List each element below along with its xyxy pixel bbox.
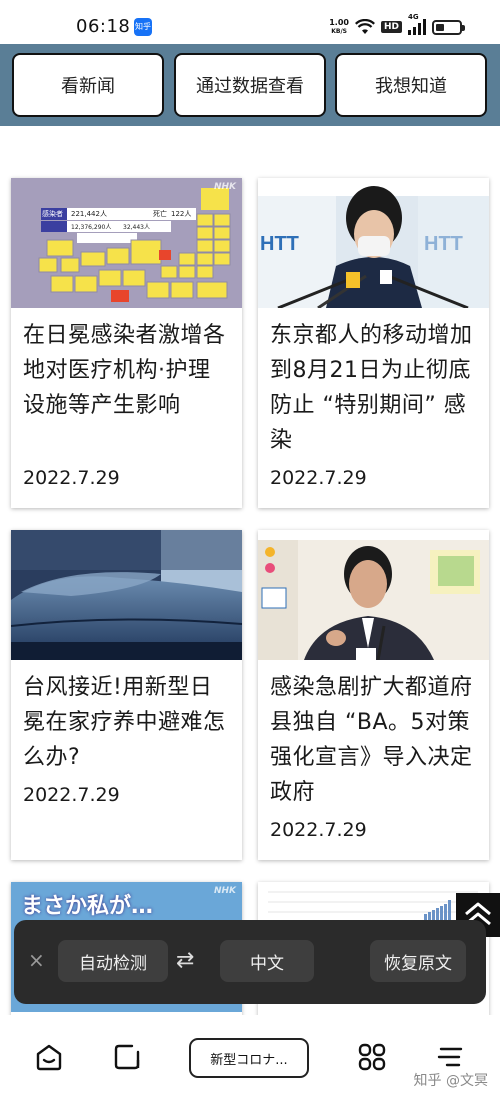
- home-icon[interactable]: [34, 1042, 64, 1072]
- bedroom-futon-image: [11, 530, 242, 660]
- source-language-button[interactable]: 自动检测: [58, 940, 168, 982]
- article-thumbnail[interactable]: [11, 530, 242, 660]
- bottom-toolbar: 新型コロナ... 知乎 @文冥: [0, 1015, 500, 1100]
- battery-icon: [432, 19, 465, 35]
- restore-original-button[interactable]: 恢复原文: [370, 940, 466, 982]
- translate-bar: × 自动检测 ⇄ 中文 恢复原文: [14, 920, 486, 1004]
- status-bar: 06:18 知乎 1.00 KB/S HD 4G: [0, 0, 500, 44]
- article-card[interactable]: 感染急剧扩大都道府县独自 “BA。5对策强化宣言》导入决定政府 2022.7.2…: [258, 530, 489, 860]
- article-date: 2022.7.29: [23, 784, 120, 806]
- map-infected-label: 感染者: [42, 210, 63, 218]
- map-deaths-label: 死亡: [153, 210, 167, 218]
- cell-signal-icon: 4G: [408, 13, 426, 35]
- article-title[interactable]: 台风接近!用新型日冕在家疗养中避难怎么办?: [23, 670, 232, 775]
- menu-icon[interactable]: [435, 1042, 465, 1072]
- article-date: 2022.7.29: [23, 467, 120, 489]
- article-thumbnail[interactable]: HTT HTT: [258, 178, 489, 308]
- map-deaths-count: 122人: [171, 210, 192, 218]
- wifi-icon: [355, 19, 375, 34]
- want-to-know-button[interactable]: 我想知道: [335, 53, 487, 117]
- article-date: 2022.7.29: [270, 467, 367, 489]
- article-card[interactable]: NHK 感染者 221,442人 死亡 122人 12,376,290人 32,…: [11, 178, 242, 508]
- network-speed: 1.00 KB/S: [329, 18, 349, 36]
- article-thumbnail[interactable]: NHK 感染者 221,442人 死亡 122人 12,376,290人 32,…: [11, 178, 242, 308]
- map-cumulative-count: 12,376,290人: [71, 224, 112, 231]
- article-date: 2022.7.29: [270, 819, 367, 841]
- network-speed-value: 1.00: [329, 18, 349, 27]
- article-card[interactable]: 台风接近!用新型日冕在家疗养中避难怎么办? 2022.7.29: [11, 530, 242, 860]
- article-thumbnail[interactable]: [258, 530, 489, 660]
- zhihu-watermark: 知乎 @文冥: [413, 1073, 488, 1089]
- hd-badge: HD: [380, 21, 402, 33]
- target-language-button[interactable]: 中文: [220, 940, 314, 982]
- article-title[interactable]: 感染急剧扩大都道府县独自 “BA。5对策强化宣言》导入决定政府: [270, 670, 479, 810]
- svg-text:HTT: HTT: [260, 233, 299, 255]
- map-deaths-cumulative: 32,443人: [123, 224, 150, 231]
- close-translate-button[interactable]: ×: [28, 950, 45, 970]
- map-infected-count: 221,442人: [71, 210, 107, 218]
- tokyo-governor-press-image: HTT HTT: [258, 178, 489, 308]
- zhihu-app-icon: 知乎: [134, 18, 152, 36]
- minister-press-image: [258, 530, 489, 660]
- nhk-watermark: NHK: [213, 182, 236, 192]
- current-tab-title[interactable]: 新型コロナ...: [189, 1038, 309, 1078]
- article-title[interactable]: 东京都人的移动增加到8月21日为止彻底防止 “特别期间” 感染: [270, 318, 479, 458]
- tab-switch-icon[interactable]: [112, 1042, 142, 1072]
- news-button[interactable]: 看新闻: [12, 53, 164, 117]
- data-view-button[interactable]: 通过数据查看: [174, 53, 326, 117]
- top-nav-band: 看新闻 通过数据查看 我想知道: [0, 44, 500, 126]
- nhk-watermark: NHK: [213, 886, 236, 896]
- japan-covid-map-image: [11, 178, 242, 308]
- article-title[interactable]: 在日冕感染者激增各地对医疗机构·护理设施等产生影响: [23, 318, 232, 423]
- swap-languages-button[interactable]: ⇄: [176, 948, 194, 973]
- signal-type: 4G: [408, 13, 419, 21]
- banner-text: まさか私が…: [21, 894, 154, 919]
- apps-grid-icon[interactable]: [357, 1042, 387, 1072]
- status-time: 06:18: [76, 16, 131, 37]
- network-speed-unit: KB/S: [331, 28, 347, 35]
- article-card[interactable]: HTT HTT 东京都人的移动增加到8月21日为止彻底防止 “特别期间” 感染 …: [258, 178, 489, 508]
